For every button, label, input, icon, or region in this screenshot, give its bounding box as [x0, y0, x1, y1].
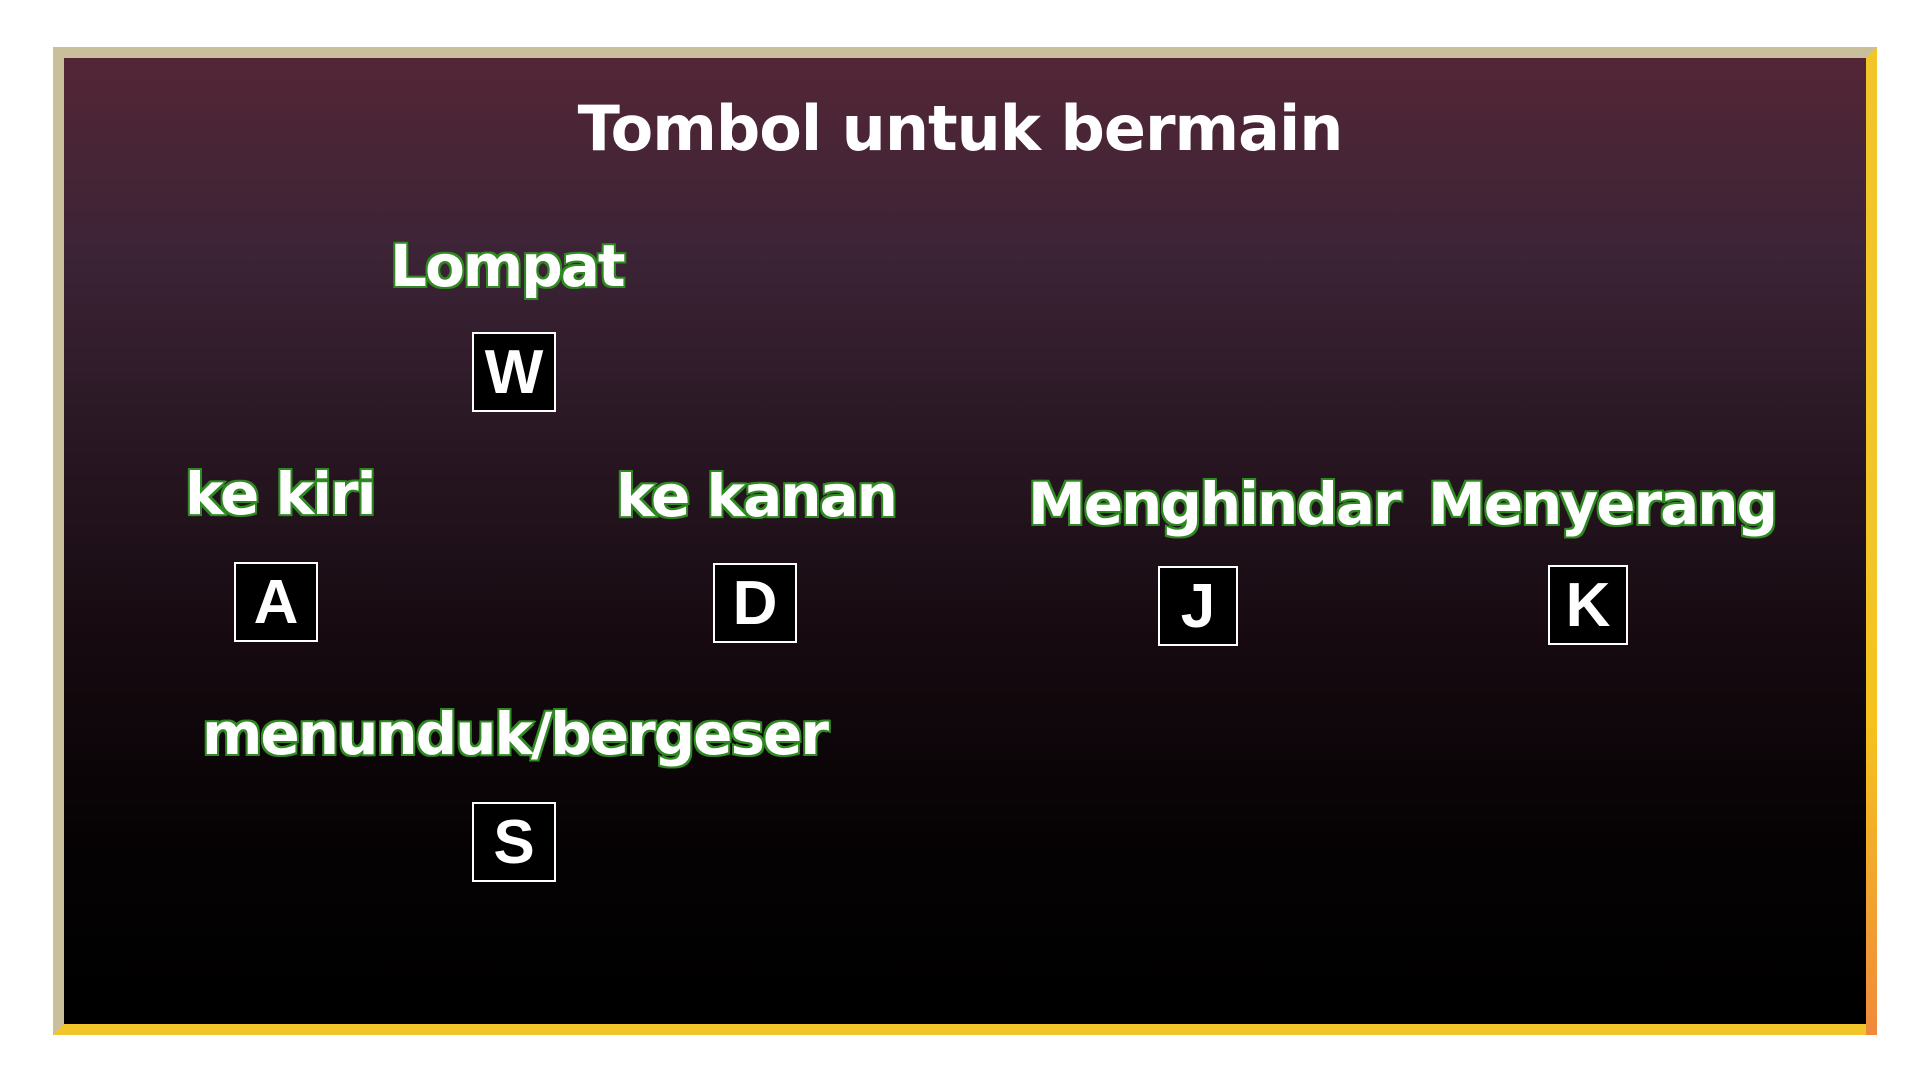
- controls-screen: Tombol untuk bermain Lompat W ke kiri A …: [0, 0, 1920, 1080]
- dodge-label: Menghindar: [1027, 469, 1404, 540]
- move-left-label: ke kiri: [183, 459, 377, 530]
- attack-label: Menyerang: [1426, 469, 1779, 540]
- controls-panel: [53, 47, 1877, 1035]
- key-k: K: [1548, 565, 1628, 645]
- key-a: A: [234, 562, 318, 642]
- jump-label: Lompat: [389, 231, 628, 302]
- page-title: Tombol untuk bermain: [577, 92, 1344, 165]
- move-right-label: ke kanan: [615, 461, 900, 532]
- key-d: D: [713, 563, 797, 643]
- crouch-label: menunduk/bergeser: [201, 699, 831, 770]
- key-j: J: [1158, 566, 1238, 646]
- key-s: S: [472, 802, 556, 882]
- key-w: W: [472, 332, 556, 412]
